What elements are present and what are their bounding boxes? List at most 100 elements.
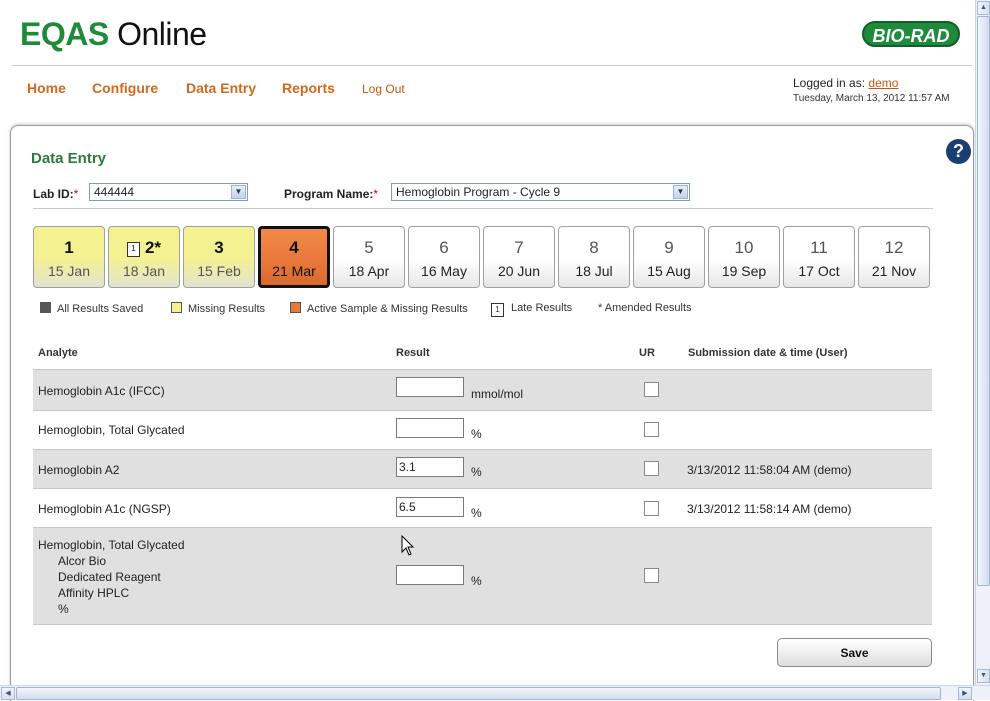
sample-tab-11[interactable]: 11 17 Oct [783,226,855,288]
legend-late: 1 Late Results [491,302,572,317]
sample-tab-2[interactable]: 1 2* 18 Jan [108,226,180,288]
column-header-submission: Submission date & time (User) [688,347,848,359]
sample-number: 3 [214,238,224,257]
table-row: Hemoglobin A1c (IFCC) mmol/mol [33,370,932,410]
analyte-name: Hemoglobin A2 [38,463,120,477]
horizontal-scrollbar[interactable]: ◀ ▶ [0,685,990,700]
result-input[interactable] [396,377,464,397]
column-header-ur: UR [639,347,655,359]
result-unit: % [471,427,482,441]
result-input[interactable]: 6.5 [396,497,464,517]
sample-tab-6[interactable]: 6 16 May [408,226,480,288]
analyte-name: Hemoglobin, Total Glycated [38,538,185,552]
sample-tab-8[interactable]: 8 18 Jul [558,226,630,288]
user-link[interactable]: demo [868,76,898,90]
sample-number: 1 2* [109,237,179,259]
sample-number: 10 [734,238,754,257]
help-icon[interactable]: ? [946,139,971,164]
logo-light-text: Online [108,16,207,52]
nav-data-entry[interactable]: Data Entry [186,80,256,96]
sample-number: 11 [810,238,828,257]
logo-bold-text: EQAS [20,16,109,52]
result-unit: mmol/mol [471,387,524,401]
nav-configure[interactable]: Configure [92,80,158,96]
required-marker: * [73,187,79,201]
legend-active: Active Sample & Missing Results [290,302,468,315]
legend-saved-label: All Results Saved [57,303,144,315]
scroll-up-icon[interactable]: ▲ [977,1,990,15]
program-name-select[interactable]: Hemoglobin Program - Cycle 9 ▼ [391,183,690,201]
sample-tab-9[interactable]: 9 15 Aug [633,226,705,288]
chevron-down-icon[interactable]: ▼ [231,185,246,199]
required-marker: * [373,187,379,201]
sample-date: 16 May [421,263,467,279]
legend-active-label: Active Sample & Missing Results [307,303,468,315]
analyte-name: Hemoglobin A1c (NGSP) [38,502,171,516]
table-row: Hemoglobin A1c (NGSP) 6.5 % 3/13/2012 11… [33,489,932,527]
result-input[interactable] [396,418,464,438]
current-datetime: Tuesday, March 13, 2012 11:57 AM [793,93,950,104]
program-name-label-text: Program Name: [284,187,374,201]
method-detail: Alcor Bio [58,554,107,568]
vertical-scrollbar[interactable]: ▲ ▼ [975,0,990,685]
ur-checkbox[interactable] [644,382,659,397]
lab-id-select[interactable]: 444444 ▼ [89,183,248,201]
active-swatch [290,302,301,313]
form-divider [33,208,933,209]
sample-tab-12[interactable]: 12 21 Nov [858,226,930,288]
ur-checkbox[interactable] [644,461,659,476]
sample-number: 1 [64,238,74,257]
table-row: Hemoglobin A2 3.1 % 3/13/2012 11:58:04 A… [33,450,932,488]
sample-tab-7[interactable]: 7 20 Jun [483,226,555,288]
sample-number-text: 2* [144,238,162,257]
result-input[interactable]: 3.1 [396,457,464,477]
ur-checkbox[interactable] [644,501,659,516]
sample-date: 18 Apr [348,263,390,279]
logged-in-label: Logged in as: [793,76,869,90]
app-header: EQAS Online BIO-RAD [0,0,975,65]
chevron-down-icon[interactable]: ▼ [673,185,688,199]
program-name-label: Program Name:* [284,187,378,201]
method-detail: Dedicated Reagent [58,570,161,584]
sample-tab-1[interactable]: 1 15 Jan [33,226,105,288]
sample-number: 5 [364,238,374,257]
vertical-scroll-thumb[interactable] [977,16,990,586]
late-results-icon: 1 [126,242,140,257]
login-info: Logged in as: demo Tuesday, March 13, 20… [793,76,950,104]
horizontal-scroll-thumb[interactable] [16,687,941,700]
sample-date: 18 Jan [122,263,166,279]
sample-number: 12 [884,238,904,257]
ur-checkbox[interactable] [644,422,659,437]
analyte-name: Hemoglobin, Total Glycated [38,423,185,437]
sample-tab-3[interactable]: 3 15 Feb [183,226,255,288]
nav-log-out[interactable]: Log Out [362,82,405,96]
sample-number: 6 [439,238,449,257]
ur-checkbox[interactable] [644,568,659,583]
save-button[interactable]: Save [777,638,932,667]
sample-date: 20 Jun [497,263,541,279]
submission-info: 3/13/2012 11:58:14 AM (demo) [687,502,852,516]
sample-tab-5[interactable]: 5 18 Apr [333,226,405,288]
scroll-left-icon[interactable]: ◀ [1,687,15,700]
legend-missing-label: Missing Results [188,303,266,315]
sample-tab-10[interactable]: 10 19 Sep [708,226,780,288]
header-divider [12,65,972,66]
scroll-down-icon[interactable]: ▼ [977,669,990,683]
legend-saved: All Results Saved [40,302,143,315]
program-name-value: Hemoglobin Program - Cycle 9 [396,185,561,199]
sample-number: 9 [664,238,674,257]
sample-tab-4[interactable]: 4 21 Mar [258,226,330,288]
result-input[interactable] [396,565,464,585]
nav-home[interactable]: Home [27,80,66,96]
legend-missing: Missing Results [171,302,265,315]
result-unit: % [471,574,482,588]
sample-number: 8 [589,238,599,257]
saved-swatch [40,302,51,313]
missing-swatch [171,302,182,313]
scroll-right-icon[interactable]: ▶ [958,687,972,700]
late-results-icon: 1 [491,303,504,317]
method-detail: Affinity HPLC [58,586,130,600]
mouse-cursor-icon [401,535,415,556]
nav-reports[interactable]: Reports [282,80,335,96]
legend-late-label: Late Results [511,302,573,314]
